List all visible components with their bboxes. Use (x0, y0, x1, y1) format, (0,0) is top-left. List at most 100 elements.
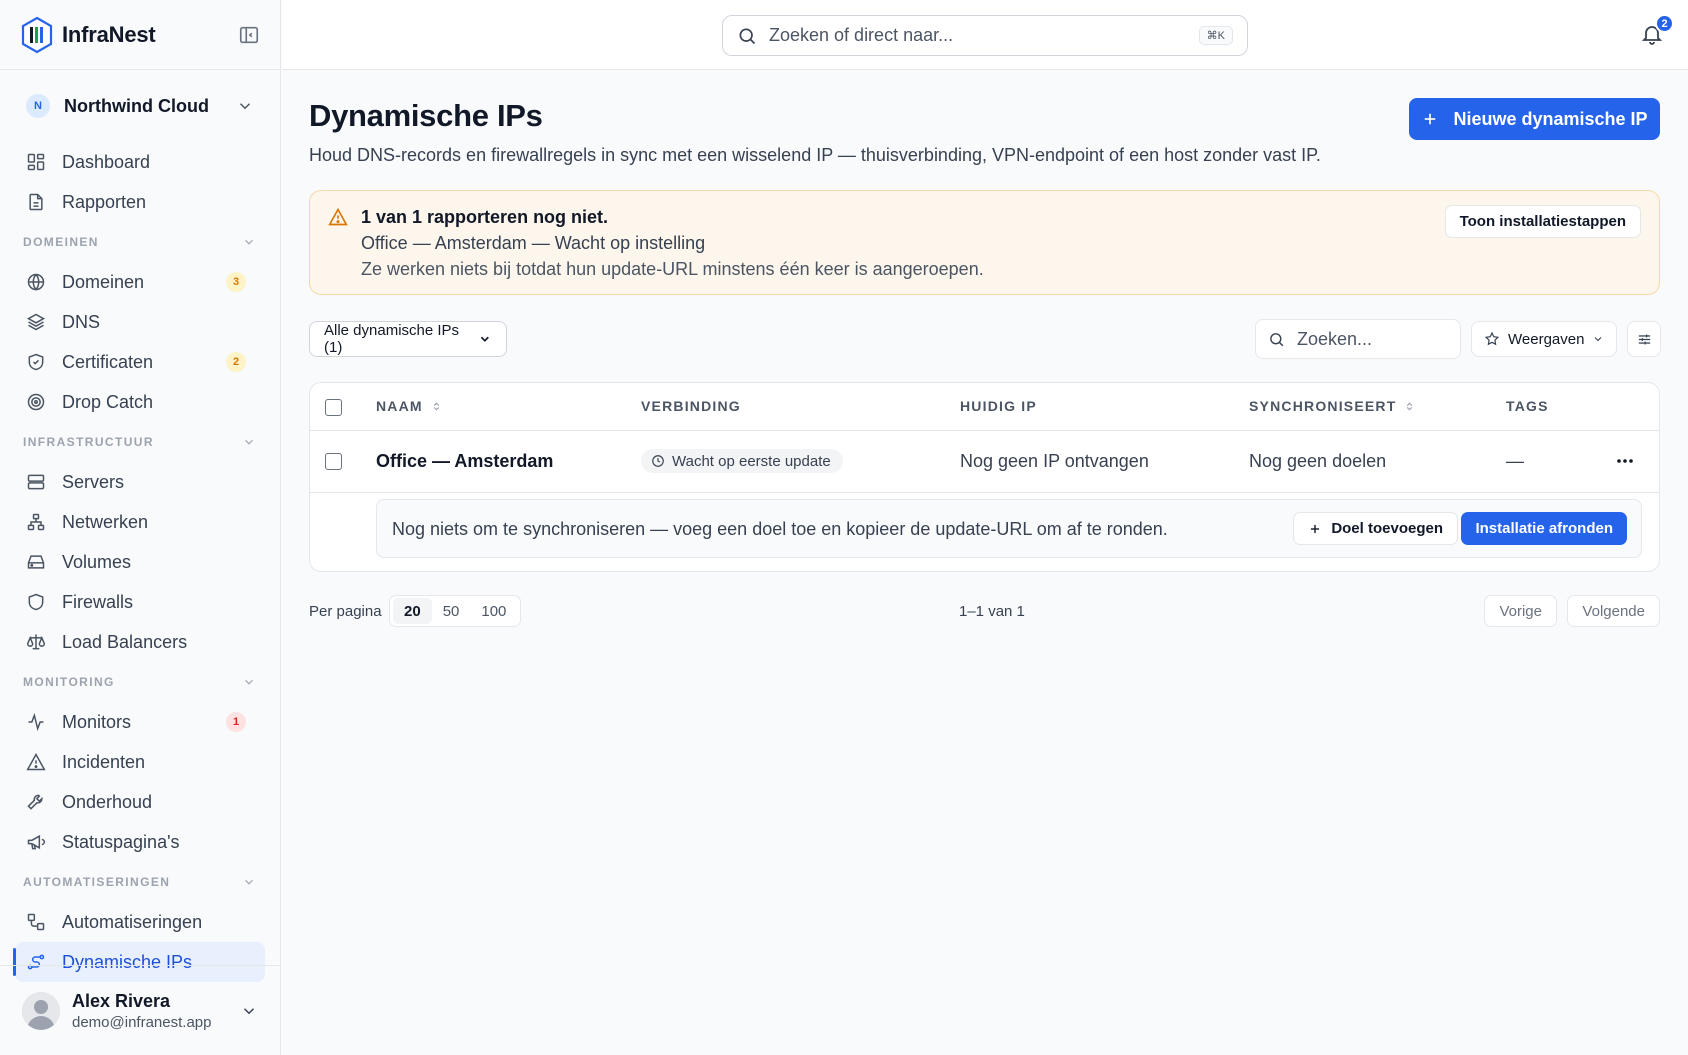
status-label: Wacht op eerste update (672, 452, 831, 470)
column-label: VERBINDING (641, 398, 741, 414)
server-icon (27, 474, 45, 490)
filter-select[interactable]: Alle dynamische IPs (1) (309, 321, 507, 357)
chevron-down-icon (245, 879, 253, 885)
workflow-icon (27, 913, 45, 931)
count-badge: 3 (226, 272, 246, 292)
sliders-icon (1638, 334, 1650, 344)
sidebar-item-label: Certificaten (62, 351, 154, 372)
alert-description: Ze werken niets bij totdat hun update-UR… (361, 259, 984, 279)
per-page-label: Per pagina (309, 603, 382, 620)
sidebar-item-label: Firewalls (62, 591, 134, 612)
report-icon (29, 193, 43, 211)
section-infrastructuur[interactable]: INFRASTRUCTUUR (0, 422, 280, 462)
star-icon (1484, 331, 1500, 346)
table-row[interactable]: Office — Amsterdam Wacht op eerste updat… (310, 431, 1659, 493)
megaphone-icon (27, 834, 46, 850)
section-monitoring[interactable]: MONITORING (0, 662, 280, 702)
notification-count-badge: 2 (1655, 14, 1674, 33)
sidebar-item-domeinen[interactable]: Domeinen 3 (0, 262, 280, 302)
search-placeholder: Zoeken of direct naar... (769, 25, 954, 45)
new-dynamic-ip-button[interactable]: Nieuwe dynamische IP (1409, 98, 1660, 140)
sidebar-item-load-balancers[interactable]: Load Balancers (0, 622, 280, 662)
clock-icon (652, 455, 664, 467)
sidebar-item-firewalls[interactable]: Firewalls (0, 582, 280, 622)
row-checkbox[interactable] (325, 453, 342, 470)
dashboard-icon (27, 153, 45, 171)
sidebar-item-rapporten[interactable]: Rapporten (0, 182, 280, 222)
global-search-input[interactable]: Zoeken of direct naar... ⌘K (722, 15, 1248, 56)
topbar: Zoeken of direct naar... ⌘K 2 (282, 0, 1688, 70)
per-page-option[interactable]: 100 (470, 598, 517, 624)
next-page-button[interactable]: Volgende (1567, 595, 1660, 627)
sidebar-item-drop-catch[interactable]: Drop Catch (0, 382, 280, 422)
user-menu[interactable]: Alex Rivera demo@infranest.app (0, 965, 280, 1055)
sidebar-item-certificaten[interactable]: Certificaten 2 (0, 342, 280, 382)
sidebar-item-label: Drop Catch (62, 391, 154, 412)
column-label: NAAM (376, 398, 423, 414)
brand: InfraNest (0, 0, 280, 70)
select-all-checkbox[interactable] (325, 399, 342, 416)
views-label: Weergaven (1508, 330, 1585, 348)
user-email: demo@infranest.app (72, 1013, 212, 1031)
sidebar-item-monitors[interactable]: Monitors 1 (0, 702, 280, 742)
sidebar-item-statuspaginas[interactable]: Statuspagina's (0, 822, 280, 862)
sidebar-item-label: Dashboard (62, 151, 151, 172)
per-page-option[interactable]: 50 (432, 598, 471, 624)
row-name[interactable]: Office — Amsterdam (376, 451, 553, 472)
finish-install-button[interactable]: Installatie afronden (1461, 512, 1627, 545)
column-header-synchroniseert[interactable]: SYNCHRONISEERT (1249, 398, 1415, 414)
sidebar-item-label: Onderhoud (62, 791, 153, 812)
views-dropdown[interactable]: Weergaven (1471, 321, 1617, 357)
sidebar-item-netwerken[interactable]: Netwerken (0, 502, 280, 542)
section-domeinen[interactable]: DOMEINEN (0, 222, 280, 262)
sidebar-item-automatiseringen[interactable]: Automatiseringen (0, 902, 280, 942)
warning-icon (328, 207, 348, 226)
sidebar-item-volumes[interactable]: Volumes (0, 542, 280, 582)
sidebar-item-dashboard[interactable]: Dashboard (0, 142, 280, 182)
column-settings-button[interactable] (1627, 321, 1661, 357)
section-automatiseringen[interactable]: AUTOMATISERINGEN (0, 862, 280, 902)
org-name: Northwind Cloud (64, 95, 209, 116)
sidebar-item-onderhoud[interactable]: Onderhoud (0, 782, 280, 822)
connection-status-badge: Wacht op eerste update (641, 449, 843, 473)
chevron-down-icon (481, 336, 490, 342)
sidebar-item-incidenten[interactable]: Incidenten (0, 742, 280, 782)
sidebar-item-label: Monitors (62, 711, 132, 732)
setup-hint: Nog niets om te synchroniseren — voeg ee… (392, 519, 1168, 539)
hard-drive-icon (27, 555, 45, 569)
section-label: AUTOMATISERINGEN (23, 875, 171, 889)
collapse-sidebar-icon[interactable] (238, 24, 260, 46)
sidebar-item-label: Rapporten (62, 191, 147, 212)
sidebar-item-dns[interactable]: DNS (0, 302, 280, 342)
org-avatar: N (26, 94, 50, 118)
page-subtitle: Houd DNS-records en firewallregels in sy… (309, 145, 1321, 165)
sort-icon (433, 401, 439, 411)
notifications-button[interactable]: 2 (1640, 14, 1674, 46)
column-header-tags: TAGS (1506, 398, 1549, 414)
section-label: INFRASTRUCTUUR (23, 435, 154, 449)
column-header-verbinding: VERBINDING (641, 398, 741, 414)
page-title: Dynamische IPs (309, 98, 543, 133)
sidebar-item-label: Automatiseringen (62, 911, 203, 932)
activity-icon (28, 712, 44, 732)
sort-icon (1407, 401, 1413, 411)
sidebar-item-label: Volumes (62, 551, 132, 572)
per-page-selector: 20 50 100 (389, 595, 522, 627)
org-switcher[interactable]: N Northwind Cloud (0, 70, 280, 142)
sidebar-item-label: Incidenten (62, 751, 146, 772)
more-actions-icon[interactable] (1615, 453, 1635, 469)
avatar (22, 991, 60, 1030)
sidebar-item-label: Servers (62, 471, 125, 492)
per-page-option[interactable]: 20 (393, 598, 432, 624)
show-install-steps-button[interactable]: Toon installatiestappen (1444, 205, 1641, 238)
infranest-logo-icon[interactable] (20, 16, 54, 54)
chevron-down-icon (239, 103, 251, 110)
add-target-button[interactable]: Doel toevoegen (1293, 512, 1458, 545)
sidebar-item-servers[interactable]: Servers (0, 462, 280, 502)
chevron-down-icon (245, 239, 253, 245)
table-search-input[interactable]: Zoeken... (1255, 319, 1461, 359)
column-header-naam[interactable]: NAAM (376, 398, 442, 414)
previous-page-button[interactable]: Vorige (1484, 595, 1557, 627)
plus-icon (1425, 113, 1436, 125)
button-label: Nieuwe dynamische IP (1453, 108, 1648, 129)
